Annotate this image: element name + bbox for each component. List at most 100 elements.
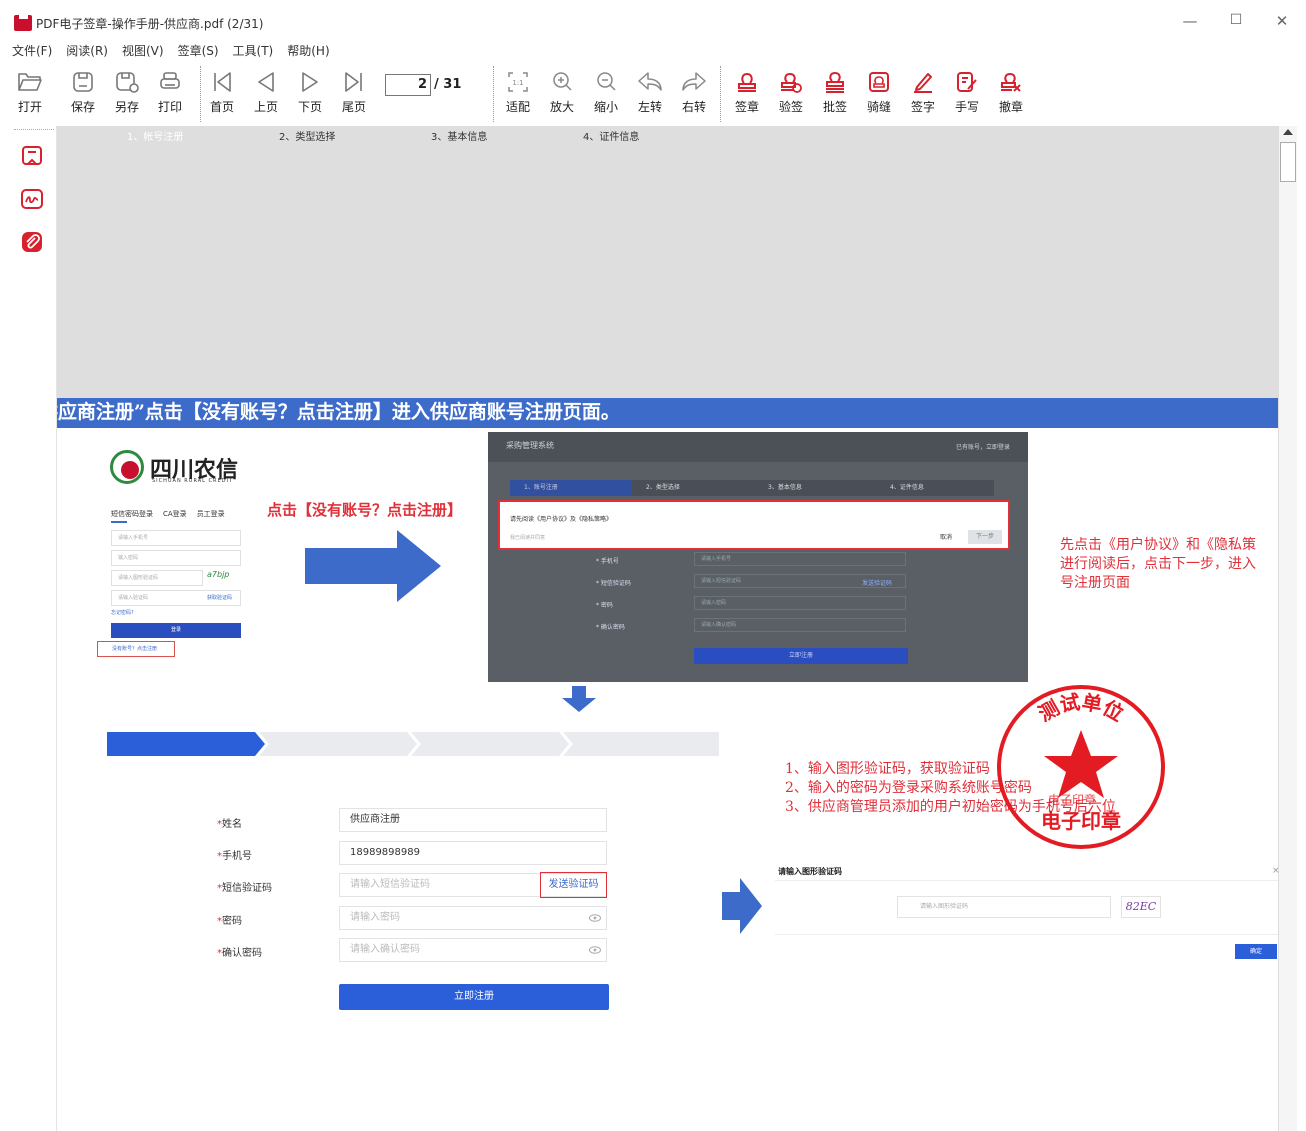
minimize-button[interactable]: — <box>1180 12 1200 30</box>
signature-list-icon[interactable] <box>20 187 44 211</box>
arrow-down-icon <box>562 686 596 712</box>
sms-label: *短信验证码 <box>217 883 272 894</box>
step-cert: 4、证件信息 <box>583 132 640 143</box>
save-icon <box>73 72 93 92</box>
name-field: 供应商注册 <box>339 808 607 832</box>
callout-click-register: 点击【没有账号？点击注册】 <box>267 501 463 519</box>
agreement-dialog: 请先阅读《用户协议》及《隐私策略》 我已阅读并同意 取消 下一步 <box>498 500 1010 550</box>
save-as-icon <box>116 72 139 93</box>
mini-forgot-link: 忘记密码? <box>111 610 134 616</box>
fit-page-icon: 1:1 <box>508 72 528 92</box>
seam-sign-button[interactable]: 骑缝 <box>859 62 899 122</box>
arrow-right-icon <box>722 878 762 934</box>
batch-stamp-icon <box>826 71 844 93</box>
zoom-in-button[interactable]: 放大 <box>542 62 582 122</box>
rotate-left-button[interactable]: 左转 <box>630 62 670 122</box>
menu-help[interactable]: 帮助(H) <box>287 42 329 59</box>
rotate-left-icon <box>638 72 662 91</box>
captcha-dialog-screenshot: 请输入图形验证码 × 请输入图形验证码 82EC 确定 <box>775 862 1278 962</box>
electronic-seal-icon: 测试单位 电子印章 电子印章 <box>997 685 1165 849</box>
left-sidebar <box>6 126 57 1131</box>
zoom-out-button[interactable]: 缩小 <box>586 62 626 122</box>
scroll-thumb[interactable] <box>1280 142 1296 182</box>
zoom-in-icon <box>553 72 572 91</box>
fit-button[interactable]: 1:1 适配 <box>498 62 538 122</box>
handwrite-icon <box>957 72 977 92</box>
callout-agreement: 先点击《用户协议》和《隐私策 进行阅读后，点击下一步，进入 号注册页面 <box>1060 537 1256 591</box>
arrow-right-icon <box>305 530 441 602</box>
stamp-button[interactable]: 签章 <box>727 62 767 122</box>
svg-text:1:1: 1:1 <box>512 79 523 87</box>
register-modal-screenshot: 采购管理系统 已有账号，立即登录 1、账号注册 2、类型选择 3、基本信息 4、… <box>488 432 1028 682</box>
batch-sign-button[interactable]: 批签 <box>815 62 855 122</box>
vertical-scrollbar[interactable] <box>1278 126 1297 1131</box>
logo-emblem-icon <box>110 450 144 484</box>
mini-captcha-input: 请输入图形验证码 <box>111 570 203 586</box>
save-button[interactable]: 保存 <box>63 62 103 122</box>
verify-stamp-icon <box>781 72 802 93</box>
eye-icon <box>589 946 601 954</box>
handwrite-button[interactable]: 手写 <box>947 62 987 122</box>
prev-page-button[interactable]: 上页 <box>246 62 286 122</box>
toolbar: 打开 保存 另存 打印 首页 上页 下页 尾页 1:1 适配 放大 缩小 左转 … <box>10 62 1306 124</box>
captcha-input: 请输入图形验证码 <box>897 896 1111 918</box>
bookmark-icon[interactable] <box>20 144 44 168</box>
open-button[interactable]: 打开 <box>10 62 50 122</box>
next-page-button[interactable]: 下页 <box>290 62 330 122</box>
toolbar-divider <box>493 66 494 122</box>
revoke-button[interactable]: 撤章 <box>991 62 1031 122</box>
step-basic: 3、基本信息 <box>431 132 488 143</box>
steps-bar <box>107 732 719 756</box>
sign-button[interactable]: 签字 <box>903 62 943 122</box>
mini-sms-input: 请输入验证码 获取验证码 <box>111 590 241 606</box>
last-page-icon <box>345 72 362 92</box>
captcha-confirm-button: 确定 <box>1235 944 1277 959</box>
eye-icon <box>589 914 601 922</box>
phone-label: *手机号 <box>217 851 252 862</box>
menu-file[interactable]: 文件(F) <box>12 42 52 59</box>
last-page-button[interactable]: 尾页 <box>334 62 374 122</box>
folder-open-icon <box>18 73 42 91</box>
scroll-up-arrow-icon[interactable] <box>1283 129 1293 135</box>
send-code-button: 发送验证码 <box>540 872 607 898</box>
window-title: PDF电子签章-操作手册-供应商.pdf (2/31) <box>36 17 264 31</box>
menu-tools[interactable]: 工具(T) <box>233 42 274 59</box>
page-total: / 31 <box>434 77 462 92</box>
captcha-image: 82EC <box>1121 896 1161 918</box>
mini-register-link: 没有账号？点击注册 <box>97 641 175 657</box>
stamp-icon <box>738 72 756 92</box>
first-page-icon <box>214 72 231 92</box>
save-as-button[interactable]: 另存 <box>107 62 147 122</box>
maximize-button[interactable]: ☐ <box>1226 12 1246 28</box>
password-label: *密码 <box>217 916 242 927</box>
mini-login-button: 登录 <box>111 623 241 638</box>
close-button[interactable]: ✕ <box>1272 12 1292 30</box>
phone-field: 18989898989 <box>339 841 607 865</box>
rotate-right-icon <box>682 72 706 91</box>
printer-icon <box>160 72 180 89</box>
seam-stamp-icon <box>869 72 889 92</box>
password-field: 请输入密码 <box>339 906 607 930</box>
menu-sign[interactable]: 签章(S) <box>178 42 219 59</box>
print-button[interactable]: 打印 <box>150 62 190 122</box>
step-account: 1、帐号注册 <box>127 132 184 143</box>
rotate-right-button[interactable]: 右转 <box>674 62 714 122</box>
page-number-input[interactable]: 2 <box>385 74 431 96</box>
menu-view[interactable]: 视图(V) <box>122 42 164 59</box>
login-tabs: 短信密码登录 CA登录 员工登录 <box>111 510 225 518</box>
revoke-stamp-icon <box>1001 72 1021 92</box>
page-gap <box>57 126 1278 398</box>
attachment-icon[interactable] <box>20 230 44 254</box>
menu-read[interactable]: 阅读(R) <box>66 42 108 59</box>
mini-captcha-image: a7bjp <box>207 570 230 579</box>
document-viewer[interactable]: 供应商注册”点击【没有账号？点击注册】进入供应商账号注册页面。 四川农信 SIC… <box>57 126 1278 1131</box>
verify-button[interactable]: 验签 <box>771 62 811 122</box>
active-tab-indicator <box>111 521 127 523</box>
triangle-right-icon <box>302 72 318 92</box>
first-page-button[interactable]: 首页 <box>202 62 242 122</box>
rail-divider <box>14 129 54 130</box>
confirm-label: *确认密码 <box>217 948 262 959</box>
name-label: *姓名 <box>217 819 242 830</box>
toolbar-divider <box>200 66 201 122</box>
mini-phone-input: 请输入手机号 <box>111 530 241 546</box>
